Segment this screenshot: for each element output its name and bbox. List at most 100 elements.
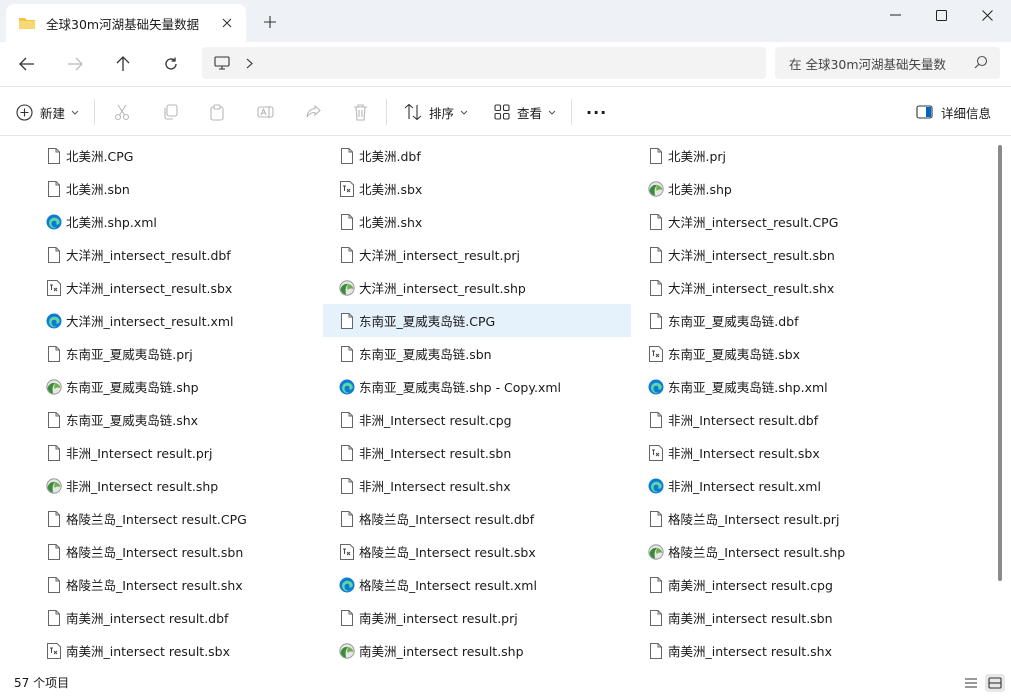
- refresh-icon[interactable]: [156, 49, 186, 79]
- file-item[interactable]: 北美洲.prj: [632, 139, 940, 172]
- view-button[interactable]: 查看: [494, 99, 556, 125]
- search-placeholder[interactable]: 在 全球30m河湖基础矢量数: [789, 54, 959, 73]
- file-item[interactable]: 格陵兰岛_Intersect result.shx: [30, 568, 338, 601]
- file-item[interactable]: 大洋洲_intersect_result.shp: [323, 271, 631, 304]
- details-pane-button[interactable]: 详细信息: [916, 99, 991, 125]
- more-options-button[interactable]: ···: [586, 99, 607, 125]
- file-item[interactable]: 南美洲_intersect result.shp: [323, 634, 631, 667]
- file-item[interactable]: 东南亚_夏威夷岛链.prj: [30, 337, 338, 370]
- tiles-view-icon[interactable]: [985, 674, 1005, 692]
- file-icon: [46, 180, 62, 198]
- file-item[interactable]: 大洋洲_intersect_result.sbn: [632, 238, 940, 271]
- file-name: 北美洲.sbx: [359, 182, 423, 197]
- file-item[interactable]: 东南亚_夏威夷岛链.shp: [30, 370, 338, 403]
- maximize-icon[interactable]: [918, 2, 964, 28]
- file-item[interactable]: 南美洲_intersect result.sbn: [632, 601, 940, 634]
- new-button[interactable]: 新建: [16, 99, 79, 125]
- chevron-down-icon: [71, 110, 79, 115]
- file-row: 东南亚_夏威夷岛链.shp 东南亚_夏威夷岛链.shp - Copy.xml 东南亚…: [30, 370, 970, 403]
- file-item[interactable]: 南美洲_intersect result.dbf: [30, 601, 338, 634]
- file-item[interactable]: 东南亚_夏威夷岛链.shx: [30, 403, 338, 436]
- file-item[interactable]: 北美洲.CPG: [30, 139, 338, 172]
- file-item[interactable]: 东南亚_夏威夷岛链.shp - Copy.xml: [323, 370, 631, 403]
- details-view-icon[interactable]: [961, 674, 981, 692]
- file-item[interactable]: 格陵兰岛_Intersect result.prj: [632, 502, 940, 535]
- up-icon[interactable]: [108, 49, 138, 79]
- sort-button[interactable]: 排序: [404, 99, 468, 125]
- file-item[interactable]: 东南亚_夏威夷岛链.sbx: [632, 337, 940, 370]
- vertical-scrollbar[interactable]: [998, 145, 1002, 581]
- file-row: 南美洲_intersect result.sbx 南美洲_intersect re…: [30, 634, 970, 667]
- file-item[interactable]: 北美洲.sbn: [30, 172, 338, 205]
- file-item[interactable]: 北美洲.shp.xml: [30, 205, 338, 238]
- file-item[interactable]: 北美洲.shx: [323, 205, 631, 238]
- edge-xml-icon: [648, 477, 664, 495]
- tab-close-icon[interactable]: [218, 14, 236, 32]
- file-name: 东南亚_夏威夷岛链.dbf: [668, 314, 799, 329]
- file-icon: [339, 213, 355, 231]
- file-item[interactable]: 格陵兰岛_Intersect result.CPG: [30, 502, 338, 535]
- cut-icon[interactable]: [114, 99, 130, 125]
- share-icon[interactable]: [305, 99, 321, 125]
- file-item[interactable]: 非洲_Intersect result.xml: [632, 469, 940, 502]
- file-item[interactable]: 南美洲_intersect result.prj: [323, 601, 631, 634]
- address-bar[interactable]: [202, 47, 766, 79]
- search-box[interactable]: 在 全球30m河湖基础矢量数: [775, 47, 1000, 79]
- file-row: 南美洲_intersect result.dbf 南美洲_intersect re…: [30, 601, 970, 634]
- file-item[interactable]: 北美洲.dbf: [323, 139, 631, 172]
- back-icon[interactable]: [12, 49, 42, 79]
- new-tab-icon[interactable]: [258, 11, 282, 33]
- file-item[interactable]: 非洲_Intersect result.prj: [30, 436, 338, 469]
- file-item[interactable]: 格陵兰岛_Intersect result.shp: [632, 535, 940, 568]
- file-item[interactable]: 大洋洲_intersect_result.sbx: [30, 271, 338, 304]
- file-item[interactable]: 北美洲.shp: [632, 172, 940, 205]
- forward-icon[interactable]: [60, 49, 90, 79]
- file-item[interactable]: 非洲_Intersect result.shp: [30, 469, 338, 502]
- file-item[interactable]: 格陵兰岛_Intersect result.sbx: [323, 535, 631, 568]
- file-icon: [648, 312, 664, 330]
- file-name: 东南亚_夏威夷岛链.shp: [66, 380, 199, 395]
- file-item[interactable]: 非洲_Intersect result.sbn: [323, 436, 631, 469]
- file-item[interactable]: 格陵兰岛_Intersect result.sbn: [30, 535, 338, 568]
- file-item[interactable]: 格陵兰岛_Intersect result.dbf: [323, 502, 631, 535]
- text-file-icon: [46, 279, 62, 297]
- file-name: 大洋洲_intersect_result.xml: [66, 314, 234, 329]
- file-item[interactable]: 南美洲_intersect result.shx: [632, 634, 940, 667]
- search-icon[interactable]: [974, 55, 988, 69]
- file-icon: [46, 609, 62, 627]
- file-item[interactable]: 非洲_Intersect result.cpg: [323, 403, 631, 436]
- file-item[interactable]: 格陵兰岛_Intersect result.xml: [323, 568, 631, 601]
- file-item[interactable]: 大洋洲_intersect_result.shx: [632, 271, 940, 304]
- file-item[interactable]: 非洲_Intersect result.shx: [323, 469, 631, 502]
- file-name: 大洋洲_intersect_result.shp: [359, 281, 526, 296]
- file-item[interactable]: 东南亚_夏威夷岛链.dbf: [632, 304, 940, 337]
- close-icon[interactable]: [964, 2, 1010, 28]
- text-file-icon: [339, 543, 355, 561]
- copy-icon[interactable]: [162, 99, 178, 125]
- file-row: 大洋洲_intersect_result.xml 东南亚_夏威夷岛链.CPG 东南亚…: [30, 304, 970, 337]
- navigation-bar: 在 全球30m河湖基础矢量数: [0, 42, 1011, 86]
- text-file-icon: [648, 444, 664, 462]
- file-icon: [648, 246, 664, 264]
- file-item[interactable]: 大洋洲_intersect_result.CPG: [632, 205, 940, 238]
- delete-icon[interactable]: [353, 99, 368, 125]
- file-name: 东南亚_夏威夷岛链.CPG: [359, 314, 496, 329]
- file-item[interactable]: 南美洲_intersect result.cpg: [632, 568, 940, 601]
- chevron-right-icon[interactable]: [246, 58, 253, 69]
- file-item[interactable]: 非洲_Intersect result.sbx: [632, 436, 940, 469]
- rename-icon[interactable]: [257, 99, 274, 125]
- file-item[interactable]: 大洋洲_intersect_result.prj: [323, 238, 631, 271]
- file-item[interactable]: 东南亚_夏威夷岛链.shp.xml: [632, 370, 940, 403]
- minimize-icon[interactable]: [872, 2, 918, 28]
- tab-current-folder[interactable]: 全球30m河湖基础矢量数据: [6, 4, 246, 42]
- file-item[interactable]: 非洲_Intersect result.dbf: [632, 403, 940, 436]
- file-item[interactable]: 东南亚_夏威夷岛链.CPG: [323, 304, 631, 337]
- file-item[interactable]: 北美洲.sbx: [323, 172, 631, 205]
- paste-icon[interactable]: [209, 99, 225, 125]
- file-item[interactable]: 南美洲_intersect result.sbx: [30, 634, 338, 667]
- file-icon: [339, 147, 355, 165]
- file-item[interactable]: 东南亚_夏威夷岛链.sbn: [323, 337, 631, 370]
- file-item[interactable]: 大洋洲_intersect_result.xml: [30, 304, 338, 337]
- file-item[interactable]: 大洋洲_intersect_result.dbf: [30, 238, 338, 271]
- file-list: 北美洲.CPG 北美洲.dbf 北美洲.prj 北美洲.sbn 北美洲.sbx 北美洲.s…: [0, 137, 1011, 669]
